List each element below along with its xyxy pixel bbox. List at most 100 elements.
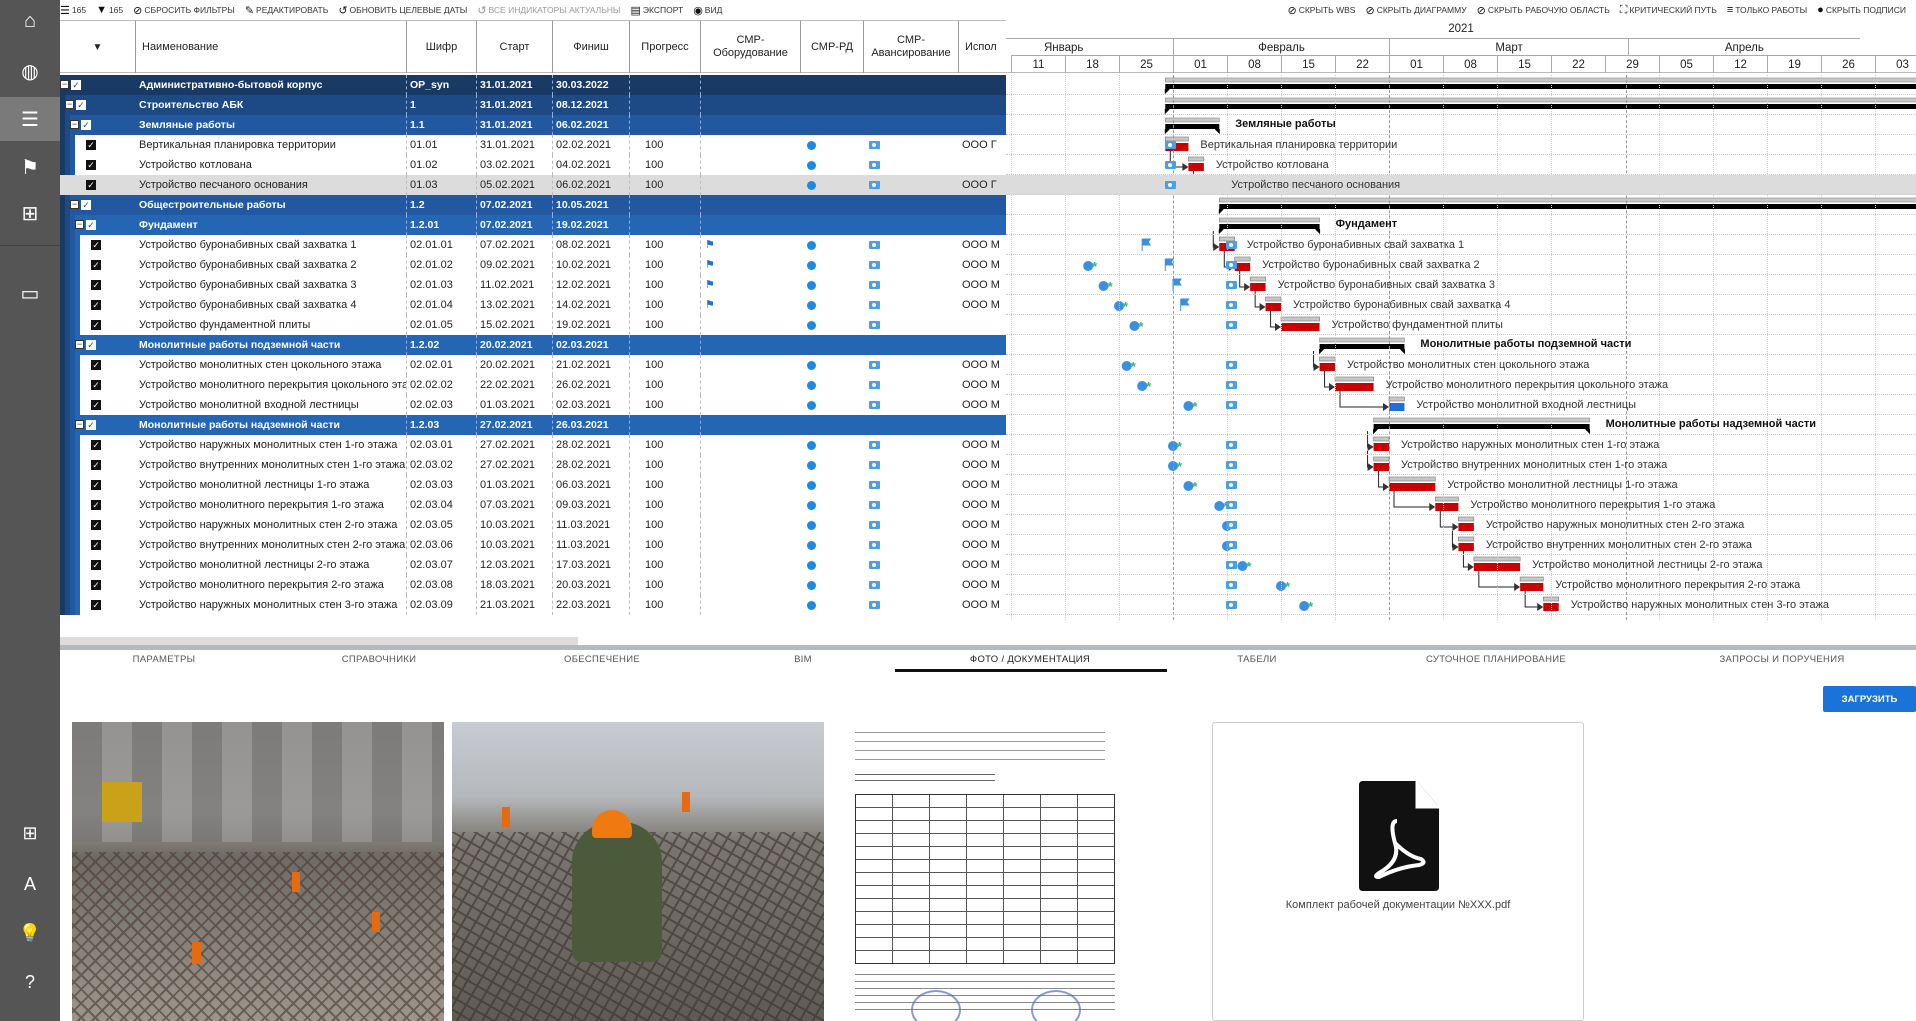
tab[interactable]: ФОТО / ДОКУМЕНТАЦИЯ xyxy=(970,654,1090,665)
flag-icon[interactable]: ⚑ xyxy=(705,299,715,311)
column-header[interactable]: ▼ xyxy=(60,21,135,73)
sidebar-item[interactable]: ▭ xyxy=(0,271,60,315)
camera-icon[interactable] xyxy=(869,581,880,589)
row-checkbox[interactable]: ✓ xyxy=(71,80,81,90)
toolbar-button[interactable]: ✎ РЕДАКТИРОВАТЬ xyxy=(245,4,329,17)
camera-icon[interactable] xyxy=(1226,301,1237,309)
status-dot-icon[interactable] xyxy=(807,521,816,530)
toolbar-button[interactable]: ▤ ЭКСПОРТ xyxy=(630,4,683,17)
row-checkbox[interactable]: ✓ xyxy=(91,280,101,290)
row-checkbox[interactable]: ✓ xyxy=(91,260,101,270)
scrollbar-thumb[interactable] xyxy=(60,637,578,645)
camera-icon[interactable] xyxy=(869,481,880,489)
camera-icon[interactable] xyxy=(869,501,880,509)
camera-icon[interactable] xyxy=(1226,501,1237,509)
status-dot-icon[interactable] xyxy=(807,561,816,570)
status-dot-icon[interactable] xyxy=(807,241,816,250)
toolbar-button[interactable]: ⛶ КРИТИЧЕСКИЙ ПУТЬ xyxy=(1620,4,1717,17)
collapse-toggle-icon[interactable]: − xyxy=(75,220,84,229)
camera-icon[interactable] xyxy=(1226,261,1237,269)
row-checkbox[interactable]: ✓ xyxy=(86,420,96,430)
status-dot-icon[interactable] xyxy=(807,541,816,550)
camera-icon[interactable] xyxy=(1226,321,1237,329)
camera-icon[interactable] xyxy=(869,521,880,529)
photo-thumbnail[interactable] xyxy=(72,722,444,1021)
status-dot-icon[interactable] xyxy=(807,161,816,170)
toolbar-button[interactable]: ↺ ВСЕ ИНДИКАТОРЫ АКТУАЛЬНЫ xyxy=(477,4,620,17)
camera-icon[interactable] xyxy=(1226,541,1237,549)
table-row[interactable]: ✓ Устройство внутренних монолитных стен 1… xyxy=(60,455,1006,475)
tab[interactable]: ТАБЕЛИ xyxy=(1237,654,1276,665)
table-row[interactable]: ✓ Устройство монолитного перекрытия цокол… xyxy=(60,375,1006,395)
camera-icon[interactable] xyxy=(1226,481,1237,489)
camera-icon[interactable] xyxy=(869,301,880,309)
toolbar-button[interactable]: ⊘ СКРЫТЬ WBS xyxy=(1287,4,1355,17)
status-dot-icon[interactable] xyxy=(807,581,816,590)
table-row[interactable]: ✓ Устройство наружных монолитных стен 3-г… xyxy=(60,595,1006,615)
row-checkbox[interactable]: ✓ xyxy=(91,520,101,530)
camera-icon[interactable] xyxy=(869,161,880,169)
camera-icon[interactable] xyxy=(1226,581,1237,589)
camera-icon[interactable] xyxy=(869,561,880,569)
row-checkbox[interactable]: ✓ xyxy=(91,540,101,550)
collapse-toggle-icon[interactable]: − xyxy=(75,340,84,349)
row-checkbox[interactable]: ✓ xyxy=(91,400,101,410)
camera-icon[interactable] xyxy=(1226,381,1237,389)
status-dot-icon[interactable] xyxy=(807,381,816,390)
column-header[interactable]: Старт xyxy=(476,21,552,73)
camera-icon[interactable] xyxy=(869,281,880,289)
column-header[interactable]: Испол xyxy=(958,21,1006,73)
table-row[interactable]: ✓ Вертикальная планировка территории 01.01… xyxy=(60,135,1006,155)
column-header[interactable]: Шифр xyxy=(406,21,476,73)
flag-icon[interactable]: ⚑ xyxy=(705,279,715,291)
collapse-toggle-icon[interactable]: − xyxy=(60,80,69,89)
camera-icon[interactable] xyxy=(1226,521,1237,529)
toolbar-button[interactable]: ⊘ СКРЫТЬ ДИАГРАММУ xyxy=(1365,4,1466,17)
row-checkbox[interactable]: ✓ xyxy=(76,100,86,110)
row-checkbox[interactable]: ✓ xyxy=(86,160,96,170)
sidebar-item[interactable]: A xyxy=(0,862,60,906)
camera-icon[interactable] xyxy=(1226,441,1237,449)
status-dot-icon[interactable] xyxy=(807,361,816,370)
row-checkbox[interactable]: ✓ xyxy=(91,560,101,570)
tab[interactable]: СУТОЧНОЕ ПЛАНИРОВАНИЕ xyxy=(1426,654,1566,665)
table-row[interactable]: ✓ Устройство котлована 01.02 03.02.2021 04.0… xyxy=(60,155,1006,175)
collapse-toggle-icon[interactable]: − xyxy=(75,420,84,429)
row-checkbox[interactable]: ✓ xyxy=(86,340,96,350)
sidebar-item[interactable]: ⊞ xyxy=(0,811,60,855)
row-checkbox[interactable]: ✓ xyxy=(91,360,101,370)
toolbar-button[interactable]: ▼ 165 xyxy=(96,4,123,17)
status-dot-icon[interactable] xyxy=(807,301,816,310)
tab[interactable]: ПАРАМЕТРЫ xyxy=(133,654,196,665)
camera-icon[interactable] xyxy=(1226,281,1237,289)
column-header[interactable]: СМР-РД xyxy=(800,21,863,73)
sidebar-item[interactable]: ⌂ xyxy=(0,0,60,43)
collapse-toggle-icon[interactable]: − xyxy=(70,120,79,129)
camera-icon[interactable] xyxy=(869,401,880,409)
row-checkbox[interactable]: ✓ xyxy=(91,440,101,450)
column-header[interactable]: СМР-Оборудование xyxy=(700,21,800,73)
status-dot-icon[interactable] xyxy=(807,441,816,450)
sidebar-item[interactable]: ◍ xyxy=(0,49,60,93)
row-checkbox[interactable]: ✓ xyxy=(91,320,101,330)
tab[interactable]: BIM xyxy=(794,654,812,665)
table-row[interactable]: ✓ Устройство внутренних монолитных стен 2… xyxy=(60,535,1006,555)
summary-row[interactable]: − ✓ Общестроительные работы 1.2 07.02.2021 10… xyxy=(60,195,1006,215)
camera-icon[interactable] xyxy=(1226,601,1237,609)
sidebar-item[interactable]: ⚑ xyxy=(0,145,60,189)
table-row[interactable]: ✓ Устройство монолитной лестницы 1-го эта… xyxy=(60,475,1006,495)
tab[interactable]: ОБЕСПЕЧЕНИЕ xyxy=(564,654,640,665)
row-checkbox[interactable]: ✓ xyxy=(86,140,96,150)
row-checkbox[interactable]: ✓ xyxy=(91,300,101,310)
camera-icon[interactable] xyxy=(1165,141,1177,149)
column-header[interactable]: Прогресс xyxy=(629,21,700,73)
table-row[interactable]: ✓ Устройство буронабивных свай захватка 1… xyxy=(60,235,1006,255)
camera-icon[interactable] xyxy=(869,441,880,449)
summary-row[interactable]: − ✓ Строительство АБК 1 31.01.2021 08.12.2021 xyxy=(60,95,1006,115)
camera-icon[interactable] xyxy=(1226,241,1237,249)
row-checkbox[interactable]: ✓ xyxy=(91,600,101,610)
tab[interactable]: ЗАПРОСЫ И ПОРУЧЕНИЯ xyxy=(1720,654,1845,665)
table-row[interactable]: ✓ Устройство буронабивных свай захватка 4… xyxy=(60,295,1006,315)
table-row[interactable]: ✓ Устройство монолитных стен цокольного э… xyxy=(60,355,1006,375)
camera-icon[interactable] xyxy=(869,141,880,149)
